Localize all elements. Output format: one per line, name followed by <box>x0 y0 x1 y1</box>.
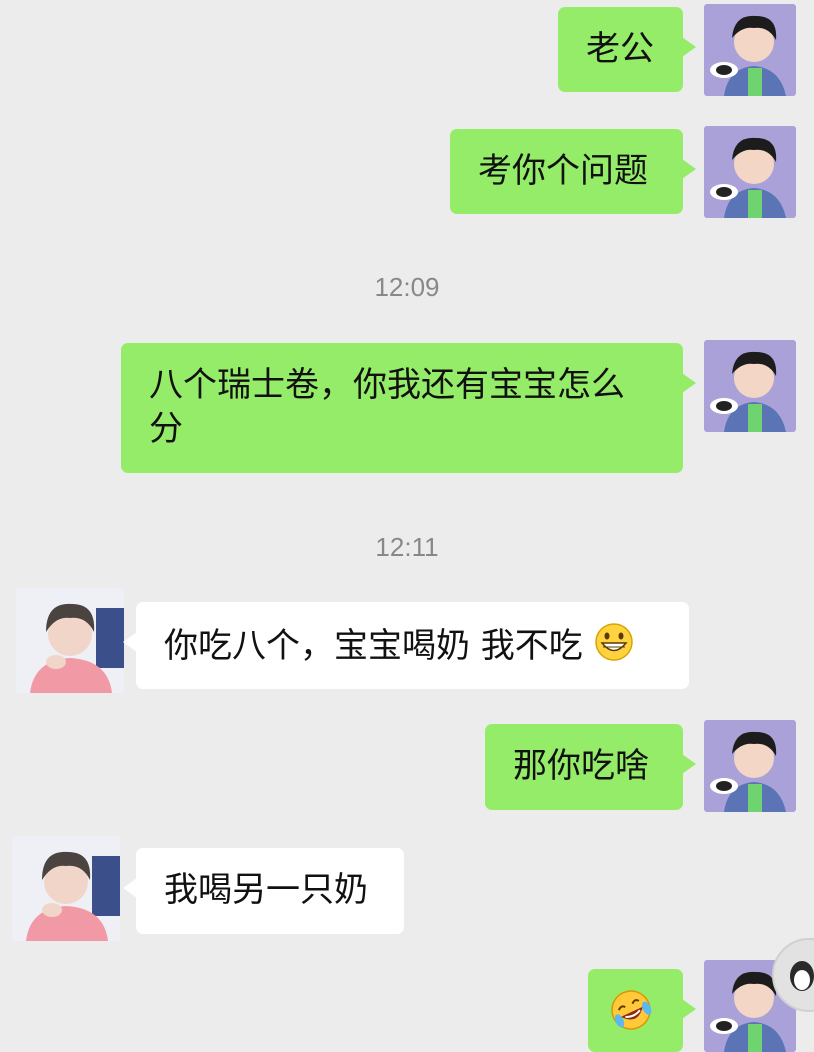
message-bubble-received[interactable]: 我喝另一只奶 <box>123 848 404 934</box>
message-bubble-sent[interactable]: 八个瑞士卷，你我还有宝宝怎么分 <box>121 343 696 473</box>
message-text: 考你个问题 <box>478 151 648 191</box>
message-bubble-sent[interactable] <box>588 969 696 1052</box>
message-text: 那你吃啥 <box>513 746 649 786</box>
contact-avatar[interactable] <box>16 588 124 693</box>
grinning-face-icon <box>594 622 634 673</box>
timestamp: 12:09 <box>374 272 440 302</box>
timestamp: 12:11 <box>375 532 439 562</box>
message-bubble-sent[interactable]: 老公 <box>558 7 696 92</box>
chat-area[interactable]: 老公 考你个问题 12:09 八个瑞士卷，你我还有宝宝怎么分 12:11 你吃八… <box>0 0 814 1052</box>
penguin-icon <box>790 961 814 991</box>
message-text: 你吃八个，宝宝喝奶 我不吃 <box>164 626 583 666</box>
my-avatar[interactable] <box>704 340 796 432</box>
avatar-boy-icon <box>704 720 796 812</box>
avatar-boy-icon <box>704 126 796 218</box>
message-text: 八个瑞士卷，你我还有宝宝怎么分 <box>149 365 625 449</box>
message-bubble-sent[interactable]: 考你个问题 <box>450 129 696 214</box>
message-text: 我喝另一只奶 <box>164 870 368 910</box>
contact-avatar[interactable] <box>12 836 120 941</box>
avatar-boy-icon <box>704 340 796 432</box>
my-avatar[interactable] <box>704 720 796 812</box>
my-avatar[interactable] <box>704 4 796 96</box>
my-avatar[interactable] <box>704 126 796 218</box>
message-bubble-received[interactable]: 你吃八个，宝宝喝奶 我不吃 <box>123 602 689 689</box>
rolling-laughing-emoji-icon <box>608 987 654 1044</box>
message-text: 老公 <box>586 29 654 69</box>
avatar-boy-icon <box>704 4 796 96</box>
message-bubble-sent[interactable]: 那你吃啥 <box>485 724 696 810</box>
avatar-boy-pink-icon <box>16 588 124 693</box>
avatar-boy-pink-icon <box>12 836 120 941</box>
